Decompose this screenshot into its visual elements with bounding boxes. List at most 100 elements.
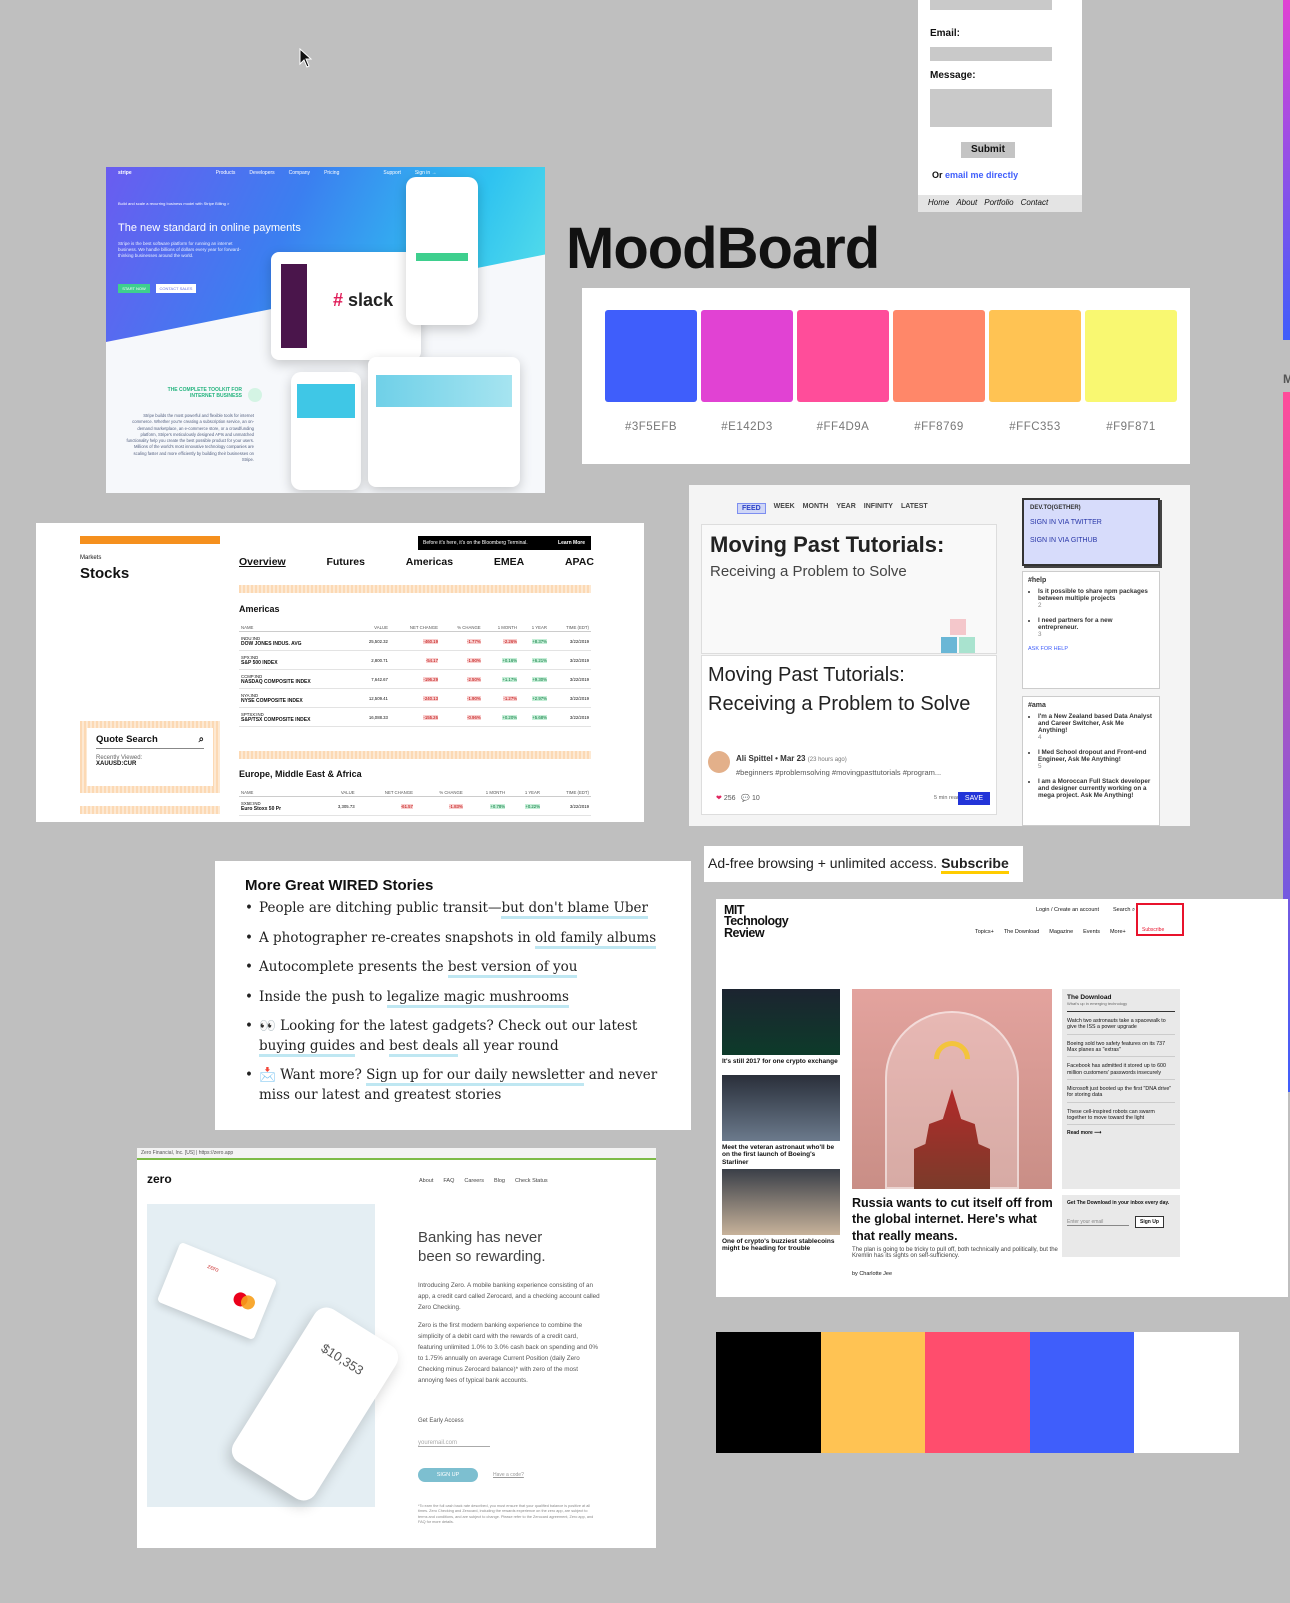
tab-americas[interactable]: Americas [406,556,453,568]
nav-more[interactable]: More+ [1110,929,1126,935]
table-row[interactable]: SPTSX:IND S&P/TSX COMPOSITE INDEX 16,088.3… [239,707,591,727]
ama-tag[interactable]: #ama [1028,702,1154,709]
stripe-nav-company[interactable]: Company [289,170,310,176]
table-row[interactable]: SX5E:IND Euro Stoxx 50 Pr 3,305.73 -61.57 -1… [239,796,591,816]
sign-in-github[interactable]: SIGN IN VIA GITHUB [1030,537,1152,544]
lead-headline[interactable]: Russia wants to cut itself off from the … [852,1195,1058,1244]
mit-logo[interactable]: MIT Technology Review [724,904,789,939]
tab-apac[interactable]: APAC [565,556,594,568]
ama-item[interactable]: I am a Moroccan Full Stack developer and… [1038,778,1154,799]
nav-blog[interactable]: Blog [494,1178,505,1184]
stripe-contact-sales-button[interactable]: CONTACT SALES [156,284,196,293]
cover-image[interactable]: Moving Past Tutorials: Receiving a Probl… [701,524,997,654]
stripe-nav-signin[interactable]: Sign in → [415,170,437,176]
email-me-link[interactable]: email me directly [945,170,1018,180]
name-field[interactable] [930,0,1052,10]
tab-emea[interactable]: EMEA [494,556,524,568]
table-row[interactable]: CCMP:IND NASDAQ COMPOSITE INDEX 7,642.67 -1… [239,669,591,689]
table-row[interactable]: SPX:IND S&P 500 INDEX 2,800.71 -54.17 -1.90%… [239,650,591,670]
ask-for-help-link[interactable]: ASK FOR HELP [1028,646,1154,652]
nav-about[interactable]: About [419,1178,433,1184]
post-tags[interactable]: #beginners #problemsolving #movingpasttu… [736,768,941,777]
author-name[interactable]: Ali Spittel [736,754,773,763]
quote-search-label[interactable]: Quote Search [96,734,158,745]
tab-feed[interactable]: FEED [737,503,766,514]
nav-magazine[interactable]: Magazine [1049,929,1073,935]
astronaut-image[interactable] [722,1075,840,1141]
nav-careers[interactable]: Careers [464,1178,484,1184]
table-row[interactable]: NYA:IND NYSE COMPOSITE INDEX 12,509.41 -240… [239,688,591,708]
index-name-cell[interactable]: CCMP:IND NASDAQ COMPOSITE INDEX [239,669,354,689]
download-item[interactable]: Microsoft just booted up the first "DNA … [1067,1086,1175,1103]
email-field[interactable] [930,47,1052,61]
nav-topics[interactable]: Topics+ [975,929,994,935]
message-field[interactable] [930,89,1052,127]
stripe-badge[interactable]: Build and scale a recurring business mod… [118,201,229,206]
index-name-cell[interactable]: INDU:IND DOW JONES INDUS. AVG [239,631,354,651]
sign-in-twitter[interactable]: SIGN IN VIA TWITTER [1030,519,1152,526]
download-item[interactable]: Watch two astronauts take a spacewalk to… [1067,1018,1175,1035]
browser-address-bar[interactable]: Zero Financial, Inc. [US] | https://zero… [137,1148,656,1160]
russia-hero-image[interactable] [852,989,1052,1189]
nav-faq[interactable]: FAQ [443,1178,454,1184]
tab-latest[interactable]: LATEST [901,503,928,514]
index-name-cell[interactable]: SPX:IND S&P 500 INDEX [239,650,354,670]
footer-link-about[interactable]: About [956,198,977,209]
help-item[interactable]: I need partners for a new entrepreneur.3 [1038,617,1154,638]
stripe-nav-developers[interactable]: Developers [249,170,274,176]
help-tag[interactable]: #help [1028,577,1154,584]
heart-icon[interactable]: ❤ [716,795,722,802]
sign-up-button[interactable]: SIGN UP [418,1468,478,1482]
help-item[interactable]: Is it possible to share npm packages bet… [1038,588,1154,609]
stablecoin-image[interactable] [722,1169,840,1235]
story-link[interactable]: but don't blame Uber [501,900,648,919]
story-caption[interactable]: Meet the veteran astronaut who'll be on … [722,1144,840,1166]
footer-link-home[interactable]: Home [928,198,949,209]
stripe-nav-products[interactable]: Products [216,170,236,176]
ama-item[interactable]: I'm a New Zealand based Data Analyst and… [1038,713,1154,741]
recent-item[interactable]: XAUUSD:CUR [96,761,204,767]
tab-futures[interactable]: Futures [326,556,365,568]
download-item[interactable]: These cell-inspired robots can swarm tog… [1067,1109,1175,1126]
lead-byline[interactable]: by Charlotte Jee [852,1271,892,1277]
read-more-link[interactable]: Read more ⟶ [1067,1130,1175,1136]
story-link[interactable]: legalize magic mushrooms [386,988,569,1008]
index-name-cell[interactable]: SPTSX:IND S&P/TSX COMPOSITE INDEX [239,707,354,727]
newsletter-email-input[interactable]: Enter your email [1067,1219,1129,1226]
footer-link-portfolio[interactable]: Portfolio [984,198,1013,209]
story-caption[interactable]: It's still 2017 for one crypto exchange [722,1058,840,1065]
index-name-cell[interactable]: SX5E:IND Euro Stoxx 50 Pr [239,796,319,816]
story-link[interactable]: old family albums [534,929,657,949]
story-link[interactable]: best version of you [447,959,578,978]
tab-overview[interactable]: Overview [239,556,286,568]
tab-year[interactable]: YEAR [836,503,855,514]
tab-month[interactable]: MONTH [803,503,829,514]
newsletter-signup-button[interactable]: Sign Up [1135,1216,1164,1228]
stripe-start-now-button[interactable]: START NOW [118,284,150,293]
search-link[interactable]: Search ⌕ [1113,907,1135,914]
footer-link-contact[interactable]: Contact [1021,198,1049,209]
table-row[interactable]: INDU:IND DOW JONES INDUS. AVG 25,502.32 -46… [239,631,591,651]
avatar[interactable] [708,751,730,773]
tab-week[interactable]: WEEK [774,503,795,514]
story-caption[interactable]: One of crypto's buzziest stablecoins mig… [722,1238,840,1253]
stripe-nav-support[interactable]: Support [383,170,401,176]
index-name-cell[interactable]: NYA:IND NYSE COMPOSITE INDEX [239,688,354,708]
invite-code-link[interactable]: Have a code? [493,1472,524,1478]
download-item[interactable]: Boeing sold two safety features on its 7… [1067,1041,1175,1058]
submit-button[interactable]: Submit [961,142,1015,158]
terminal-ad[interactable]: Before it's here, it's on the Bloomberg … [418,536,591,550]
crypto-exchange-image[interactable] [722,989,840,1055]
email-input[interactable]: youremail.com [418,1440,490,1447]
story-link[interactable]: buying guides [259,1037,356,1057]
nav-events[interactable]: Events [1083,929,1100,935]
save-button[interactable]: SAVE [958,792,990,805]
tab-infinity[interactable]: INFINITY [864,503,893,514]
post-card[interactable]: Moving Past Tutorials: Receiving a Probl… [701,655,997,815]
subscribe-button[interactable]: Subscribe [1136,903,1184,936]
nav-the-download[interactable]: The Download [1004,929,1039,935]
ama-item[interactable]: I Med School dropout and Front-end Engin… [1038,749,1154,770]
download-item[interactable]: Facebook has admitted it stored up to 60… [1067,1063,1175,1081]
zero-logo[interactable]: zero [147,1172,172,1186]
story-link[interactable]: Sign up for our daily newsletter [366,1067,585,1086]
